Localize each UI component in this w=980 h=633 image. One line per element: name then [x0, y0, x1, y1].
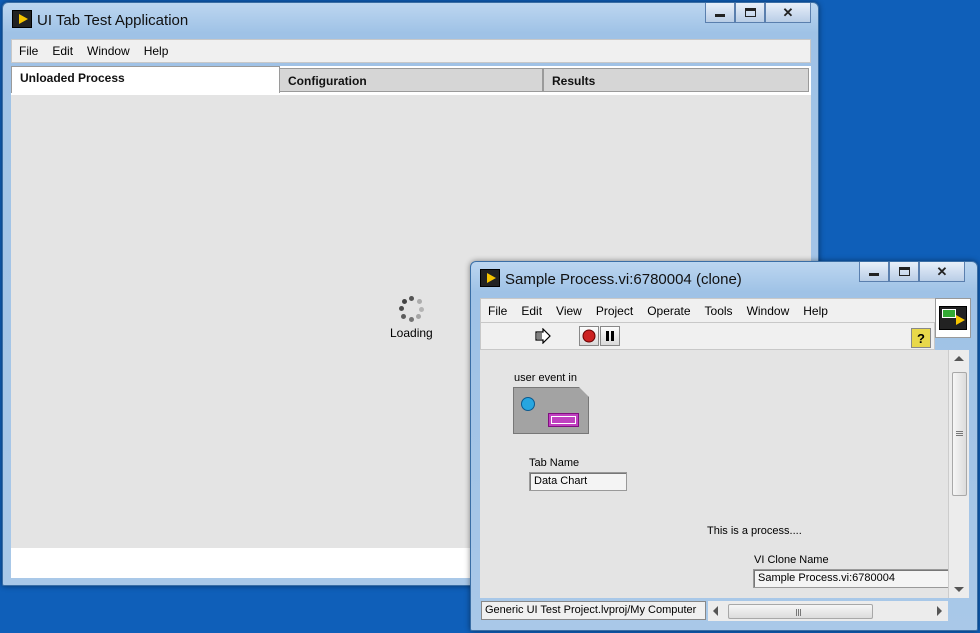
vi-clone-name-label: VI Clone Name — [754, 554, 829, 566]
vi-icon-graphic — [939, 306, 967, 330]
labview-app-icon — [12, 10, 32, 28]
vi-menu-file[interactable]: File — [481, 304, 514, 318]
vi-menu-view[interactable]: View — [549, 304, 589, 318]
project-path-status: Generic UI Test Project.lvproj/My Comput… — [481, 601, 706, 620]
minimize-icon — [869, 273, 879, 276]
vi-titlebar[interactable]: Sample Process.vi:6780004 (clone) ✕ — [471, 262, 977, 296]
main-titlebar[interactable]: UI Tab Test Application ✕ — [3, 3, 818, 37]
pause-button[interactable] — [600, 326, 620, 346]
close-icon: ✕ — [936, 263, 948, 279]
info-icon — [521, 397, 535, 411]
tab-results[interactable]: Results — [543, 68, 809, 92]
tab-unloaded-process[interactable]: Unloaded Process — [11, 66, 280, 93]
vi-toolbar — [480, 323, 935, 350]
vertical-scroll-thumb[interactable] — [952, 372, 967, 496]
labview-vi-icon — [480, 269, 500, 287]
vi-clone-name-indicator: Sample Process.vi:6780004 — [753, 569, 949, 588]
main-window-title: UI Tab Test Application — [37, 12, 189, 29]
vi-menu-project[interactable]: Project — [589, 304, 640, 318]
tab-name-indicator: Data Chart — [529, 472, 627, 491]
vi-menubar: File Edit View Project Operate Tools Win… — [480, 298, 935, 323]
menu-help[interactable]: Help — [137, 44, 176, 58]
scroll-right-icon[interactable] — [937, 606, 942, 616]
tab-name-label: Tab Name — [529, 457, 580, 469]
close-button[interactable]: ✕ — [765, 3, 811, 23]
user-event-label: user event in — [514, 372, 577, 384]
vi-window-title: Sample Process.vi:6780004 (clone) — [505, 271, 742, 288]
user-event-control[interactable] — [513, 387, 589, 434]
help-question-icon: ? — [917, 330, 925, 346]
context-help-button[interactable]: ? — [911, 328, 931, 348]
vi-minimize-button[interactable] — [859, 262, 889, 282]
tab-strip: Configuration Results Unloaded Process — [11, 66, 809, 93]
scroll-up-icon[interactable] — [954, 356, 964, 361]
minimize-button[interactable] — [705, 3, 735, 23]
vi-window: Sample Process.vi:6780004 (clone) ✕ File… — [470, 261, 978, 631]
abort-button[interactable] — [579, 326, 599, 346]
vi-maximize-button[interactable] — [889, 262, 919, 282]
front-panel: user event in Tab Name Data Chart This i… — [480, 350, 949, 598]
scroll-down-icon[interactable] — [954, 587, 964, 592]
vi-menu-help[interactable]: Help — [796, 304, 835, 318]
vi-menu-edit[interactable]: Edit — [514, 304, 549, 318]
maximize-button[interactable] — [735, 3, 765, 23]
vi-menu-window[interactable]: Window — [740, 304, 797, 318]
scroll-left-icon[interactable] — [713, 606, 718, 616]
process-text: This is a process.... — [707, 525, 802, 537]
menu-window[interactable]: Window — [80, 44, 137, 58]
tab-configuration[interactable]: Configuration — [279, 68, 543, 92]
minimize-icon — [715, 14, 725, 17]
vertical-scrollbar[interactable] — [948, 350, 969, 598]
vi-connector-icon[interactable] — [935, 298, 971, 338]
stop-icon — [582, 329, 596, 343]
vi-menu-tools[interactable]: Tools — [698, 304, 740, 318]
event-terminal-icon — [548, 413, 579, 427]
vi-close-button[interactable]: ✕ — [919, 262, 965, 282]
run-arrow-icon — [535, 328, 551, 344]
close-icon: ✕ — [782, 4, 794, 20]
run-arrow-button[interactable] — [533, 326, 553, 346]
horizontal-scrollbar[interactable] — [708, 601, 948, 621]
maximize-icon — [898, 267, 910, 276]
menu-file[interactable]: File — [12, 44, 45, 58]
main-menubar: File Edit Window Help — [11, 39, 811, 63]
menu-edit[interactable]: Edit — [45, 44, 80, 58]
horizontal-scroll-thumb[interactable] — [728, 604, 873, 619]
loading-text: Loading — [390, 326, 433, 340]
vi-menu-operate[interactable]: Operate — [640, 304, 697, 318]
pause-icon — [606, 331, 614, 341]
maximize-icon — [744, 8, 756, 17]
loading-spinner-icon — [398, 296, 424, 322]
